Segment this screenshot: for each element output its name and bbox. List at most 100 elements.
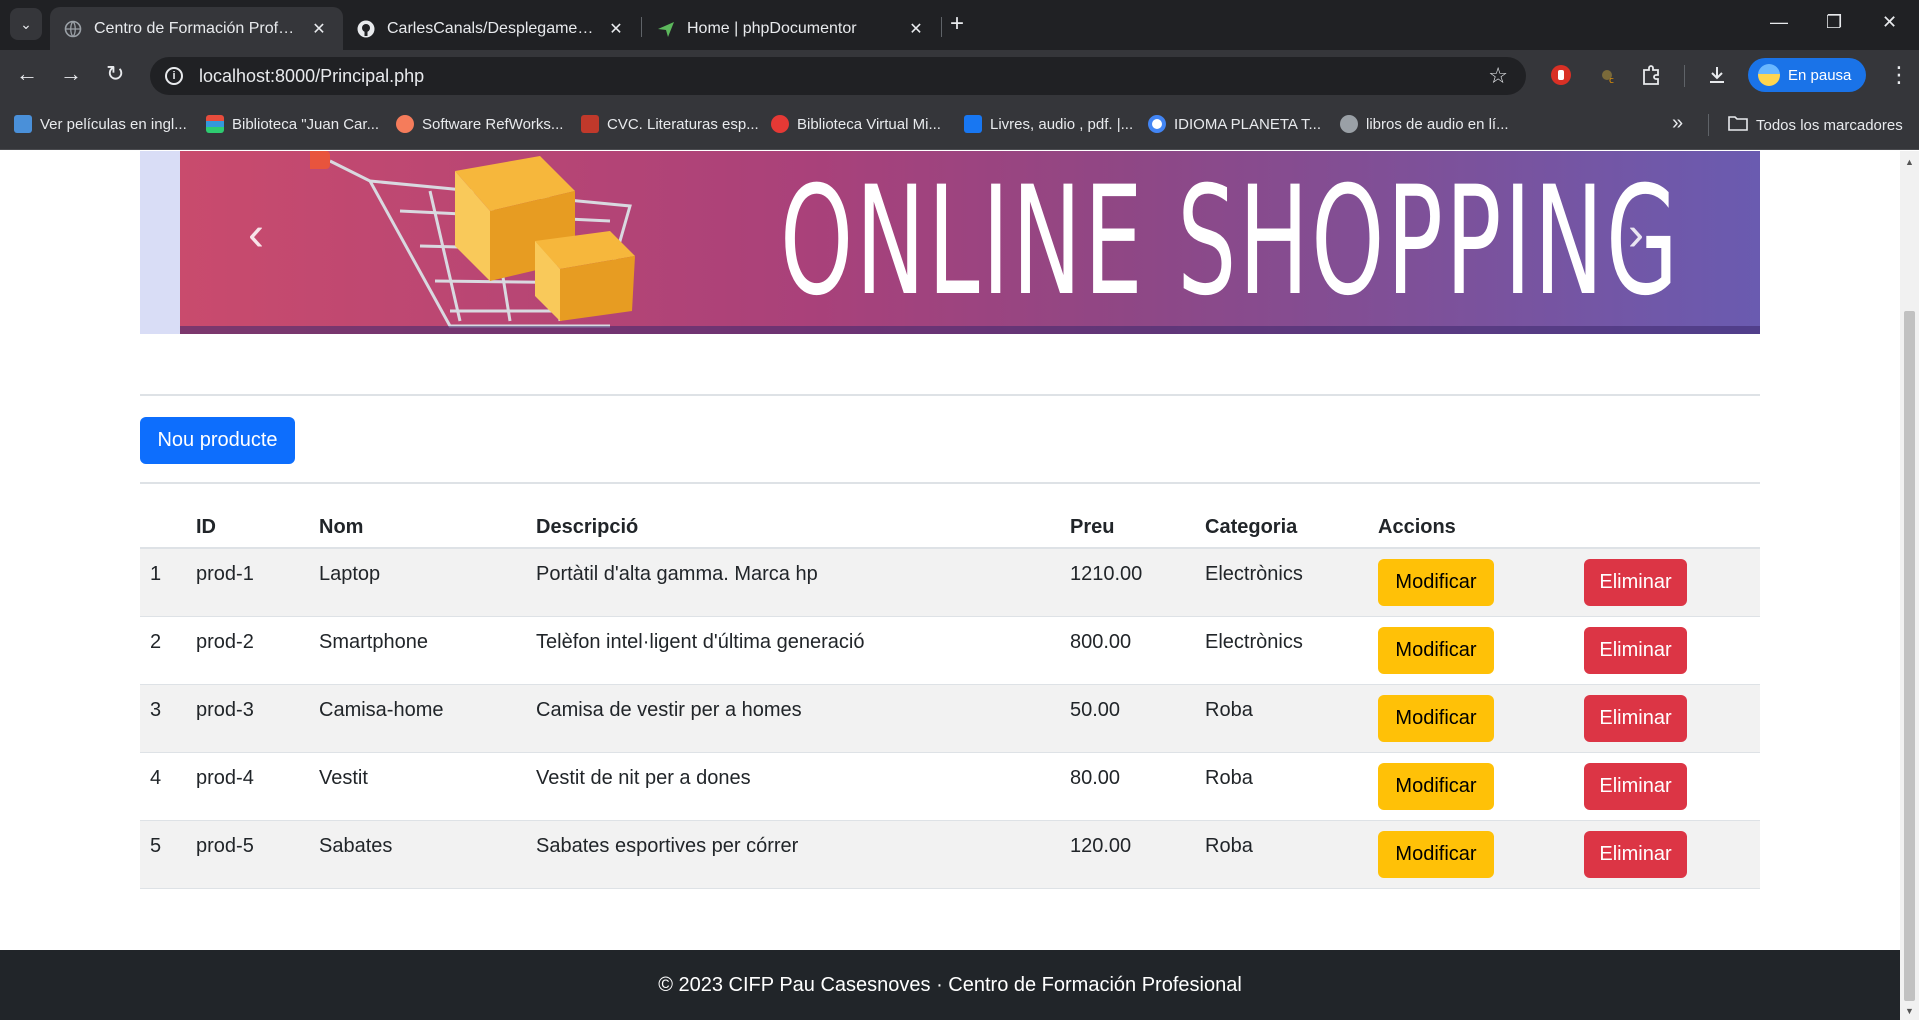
modify-cell: Modificar xyxy=(1368,752,1574,821)
row-number: 5 xyxy=(140,820,186,889)
back-arrow-icon[interactable]: ← xyxy=(16,62,38,86)
product-price: 800.00 xyxy=(1060,616,1195,685)
extension-hand-icon[interactable] xyxy=(1550,64,1572,86)
delete-button[interactable]: Eliminar xyxy=(1584,626,1687,674)
product-price: 80.00 xyxy=(1060,752,1195,821)
modify-button[interactable]: Modificar xyxy=(1378,830,1494,878)
product-category: Roba xyxy=(1195,684,1368,753)
banner-carousel: ONLINE SHOPPING ‹ › xyxy=(140,151,1760,334)
product-description: Sabates esportives per córrer xyxy=(526,820,1060,889)
paper-plane-icon xyxy=(657,20,675,38)
browser-toolbar: ← → ↻ i localhost:8000/Principal.php ☆ c… xyxy=(0,50,1919,100)
scroll-up-icon[interactable]: ▲ xyxy=(1905,157,1914,167)
modify-button[interactable]: Modificar xyxy=(1378,559,1494,606)
bookmark-label: Ver películas en ingl... xyxy=(40,115,187,133)
modify-button[interactable]: Modificar xyxy=(1378,626,1494,674)
tab-title: Centro de Formación Profesional xyxy=(94,19,299,37)
new-tab-button[interactable]: + xyxy=(950,12,964,36)
chevron-down-icon: ⌄ xyxy=(20,15,32,32)
page-scrollbar[interactable]: ▲ ▼ xyxy=(1900,151,1919,1020)
bookmark-item[interactable]: libros de audio en lí... xyxy=(1340,115,1509,133)
globe-icon xyxy=(64,20,82,38)
bookmark-star-icon[interactable]: ☆ xyxy=(1488,63,1508,89)
bookmark-item[interactable]: Software RefWorks... xyxy=(396,115,563,133)
extension-sun-icon[interactable]: c xyxy=(1596,64,1618,86)
tab-search-button[interactable]: ⌄ xyxy=(10,8,42,40)
product-name: Smartphone xyxy=(309,616,526,685)
new-product-button[interactable]: Nou producte xyxy=(140,417,295,464)
bookmark-item[interactable]: Biblioteca "Juan Car... xyxy=(206,115,379,133)
bookmarks-overflow-button[interactable]: » xyxy=(1672,112,1683,135)
bookmark-item[interactable]: Biblioteca Virtual Mi... xyxy=(771,115,941,133)
modify-button[interactable]: Modificar xyxy=(1378,762,1494,810)
profile-label: En pausa xyxy=(1788,66,1852,84)
carousel-next-icon[interactable]: › xyxy=(1628,211,1644,259)
bookmark-item[interactable]: Livres, audio , pdf. |... xyxy=(964,115,1133,133)
delete-button[interactable]: Eliminar xyxy=(1584,559,1687,606)
bookmark-item[interactable]: IDIOMA PLANETA T... xyxy=(1148,115,1321,133)
minimize-icon[interactable]: — xyxy=(1770,12,1788,33)
bookmark-favicon-icon xyxy=(396,115,414,133)
column-header-nom: Nom xyxy=(309,508,526,549)
tab-close-icon[interactable]: ✕ xyxy=(309,19,329,39)
tab-title: CarlesCanals/Desplegament-web xyxy=(387,19,596,37)
tab-phpdocumentor[interactable]: Home | phpDocumentor ✕ xyxy=(643,7,940,50)
svg-text:c: c xyxy=(1609,76,1614,86)
row-number: 2 xyxy=(140,616,186,685)
product-name: Camisa-home xyxy=(309,684,526,753)
product-price: 120.00 xyxy=(1060,820,1195,889)
download-icon[interactable] xyxy=(1706,64,1728,86)
table-row: 5 prod-5 Sabates Sabates esportives per … xyxy=(140,820,1760,889)
product-category: Electrònics xyxy=(1195,548,1368,617)
delete-button[interactable]: Eliminar xyxy=(1584,830,1687,878)
product-name: Sabates xyxy=(309,820,526,889)
product-category: Roba xyxy=(1195,820,1368,889)
tab-centro-formacion[interactable]: Centro de Formación Profesional ✕ xyxy=(50,7,343,50)
forward-arrow-icon[interactable]: → xyxy=(60,62,82,86)
product-description: Telèfon intel·ligent d'última generació xyxy=(526,616,1060,685)
delete-cell: Eliminar xyxy=(1574,548,1760,617)
address-bar[interactable]: i localhost:8000/Principal.php ☆ xyxy=(150,57,1526,95)
bookmarks-divider xyxy=(1708,114,1709,136)
tab-github[interactable]: CarlesCanals/Desplegament-web ✕ xyxy=(343,7,640,50)
product-id: prod-4 xyxy=(186,752,309,821)
bookmark-label: Biblioteca Virtual Mi... xyxy=(797,115,941,133)
scrollbar-thumb[interactable] xyxy=(1904,311,1915,1001)
site-info-icon[interactable]: i xyxy=(165,67,183,85)
product-price: 1210.00 xyxy=(1060,548,1195,617)
tab-separator xyxy=(641,17,642,37)
extensions-puzzle-icon[interactable] xyxy=(1640,64,1662,86)
address-url: localhost:8000/Principal.php xyxy=(199,65,425,86)
column-header-id: ID xyxy=(186,508,309,549)
scroll-down-icon[interactable]: ▼ xyxy=(1905,1006,1914,1016)
modify-button[interactable]: Modificar xyxy=(1378,694,1494,742)
product-description: Camisa de vestir per a homes xyxy=(526,684,1060,753)
product-description: Vestit de nit per a dones xyxy=(526,752,1060,821)
bookmark-item[interactable]: Ver películas en ingl... xyxy=(14,115,187,133)
google-icon xyxy=(1148,115,1166,133)
modify-cell: Modificar xyxy=(1368,684,1574,753)
product-id: prod-5 xyxy=(186,820,309,889)
tab-close-icon[interactable]: ✕ xyxy=(606,19,626,39)
row-number: 4 xyxy=(140,752,186,821)
column-header xyxy=(140,508,186,549)
close-window-icon[interactable]: ✕ xyxy=(1882,12,1897,33)
modify-cell: Modificar xyxy=(1368,820,1574,889)
profile-button[interactable]: En pausa xyxy=(1748,58,1866,92)
product-id: prod-1 xyxy=(186,548,309,617)
product-description: Portàtil d'alta gamma. Marca hp xyxy=(526,548,1060,617)
tab-close-icon[interactable]: ✕ xyxy=(906,19,926,39)
kebab-menu-icon[interactable]: ⋮ xyxy=(1888,62,1910,88)
product-category: Roba xyxy=(1195,752,1368,821)
all-bookmarks-button[interactable]: Todos los marcadores xyxy=(1728,115,1903,135)
bookmark-item[interactable]: CVC. Literaturas esp... xyxy=(581,115,759,133)
reload-icon[interactable]: ↻ xyxy=(106,62,124,86)
bookmark-favicon-icon xyxy=(14,115,32,133)
table-row: 1 prod-1 Laptop Portàtil d'alta gamma. M… xyxy=(140,548,1760,617)
carousel-prev-icon[interactable]: ‹ xyxy=(248,211,264,259)
delete-button[interactable]: Eliminar xyxy=(1584,694,1687,742)
delete-button[interactable]: Eliminar xyxy=(1584,762,1687,810)
restore-icon[interactable]: ❐ xyxy=(1826,12,1842,33)
banner-floor xyxy=(180,326,1760,334)
toolbar-divider xyxy=(1684,65,1685,87)
